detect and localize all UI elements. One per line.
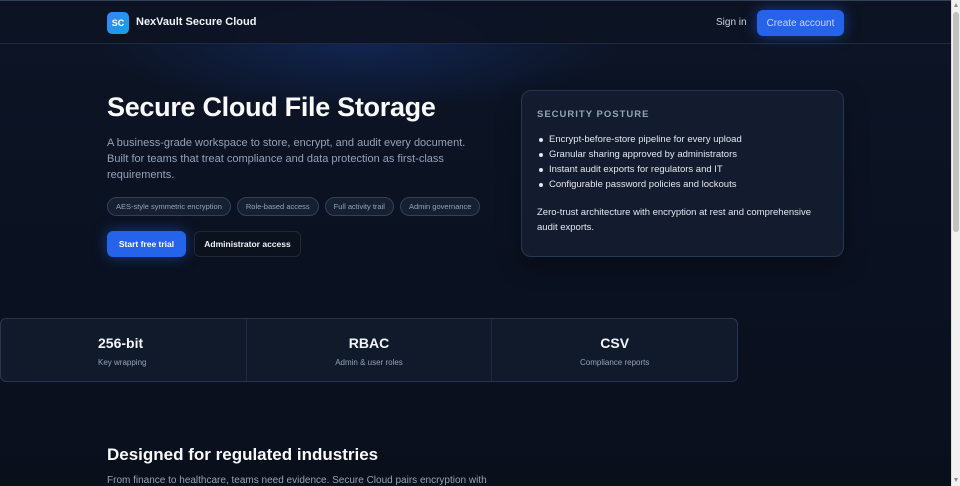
sign-in-link[interactable]: Sign in [716, 17, 747, 28]
stat-reports: CSV Compliance reports [491, 319, 737, 381]
tag-activity-trail: Full activity trail [324, 197, 394, 216]
scroll-up-arrow-icon[interactable] [954, 3, 958, 7]
feature-tags: AES-style symmetric encryption Role-base… [107, 197, 481, 216]
administrator-access-button[interactable]: Administrator access [194, 231, 301, 257]
create-account-button[interactable]: Create account [757, 10, 844, 36]
security-card-title: SECURITY POSTURE [537, 109, 650, 120]
page-scrollbar[interactable] [951, 0, 960, 486]
tag-rbac: Role-based access [236, 197, 319, 216]
stat-value: CSV [600, 335, 630, 351]
stat-label: Admin & user roles [335, 358, 403, 367]
scroll-down-arrow-icon[interactable] [954, 478, 958, 482]
stat-label: Key wrapping [98, 358, 147, 367]
list-item: Encrypt-before-store pipeline for every … [537, 132, 742, 147]
stats-strip: 256-bit Key wrapping RBAC Admin & user r… [0, 318, 738, 382]
section-description: From finance to healthcare, teams need e… [107, 475, 487, 486]
scroll-thumb[interactable] [953, 12, 959, 232]
stat-value: 256-bit [98, 335, 144, 351]
hero-description: A business-grade workspace to store, enc… [107, 137, 466, 181]
brand-name[interactable]: NexVault Secure Cloud [136, 16, 256, 28]
list-item: Granular sharing approved by administrat… [537, 147, 742, 162]
top-nav: SC NexVault Secure Cloud Sign in Create … [0, 0, 951, 44]
security-posture-card: SECURITY POSTURE Encrypt-before-store pi… [521, 90, 844, 257]
logo-icon[interactable]: SC [107, 12, 129, 34]
security-feature-list: Encrypt-before-store pipeline for every … [537, 132, 742, 192]
hero-title: Secure Cloud File Storage [107, 92, 436, 122]
stat-label: Compliance reports [579, 358, 650, 367]
section-title: Designed for regulated industries [107, 445, 379, 464]
start-free-trial-button[interactable]: Start free trial [107, 231, 186, 257]
stat-roles: RBAC Admin & user roles [245, 319, 492, 381]
tag-encryption: AES-style symmetric encryption [107, 197, 231, 216]
tag-admin-governance: Admin governance [399, 197, 481, 216]
stat-key-wrapping: 256-bit Key wrapping [1, 319, 246, 381]
stat-value: RBAC [348, 335, 390, 351]
list-item: Configurable password policies and locko… [537, 177, 742, 192]
page: SC NexVault Secure Cloud Sign in Create … [0, 0, 951, 486]
list-item: Instant audit exports for regulators and… [537, 162, 742, 177]
security-summary: Zero-trust architecture with encryption … [537, 207, 812, 233]
